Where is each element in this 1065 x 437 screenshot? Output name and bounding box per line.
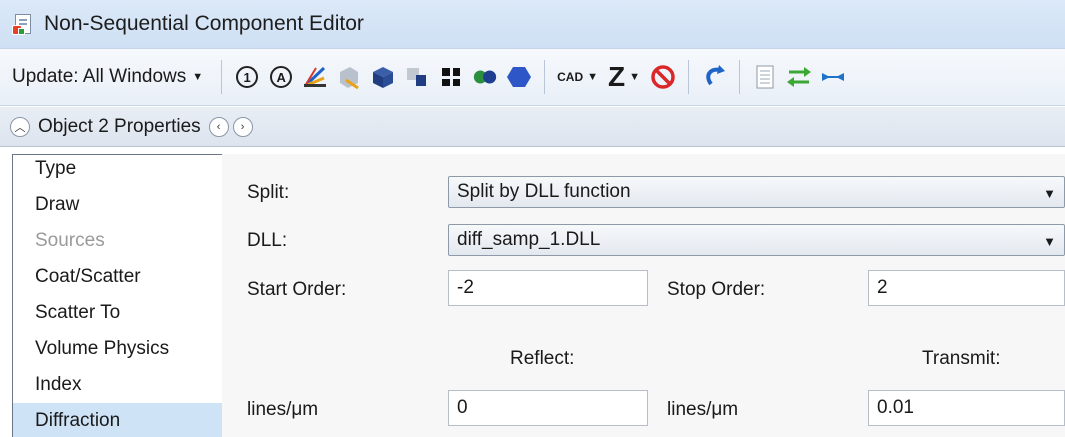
reset-1-icon[interactable]: 1 (234, 64, 260, 90)
reflect-lines-input[interactable]: 0 (448, 390, 648, 426)
cube-blue-icon[interactable] (370, 64, 396, 90)
chevron-down-icon: ▼ (1043, 234, 1056, 249)
split-label: Split: (247, 182, 290, 203)
reflect-lines-value: 0 (457, 397, 468, 418)
properties-bar: ︿ Object 2 Properties ‹ › (0, 107, 1065, 147)
previous-object-icon[interactable]: ‹ (208, 116, 229, 137)
category-diffraction[interactable]: Diffraction (13, 403, 222, 437)
category-label: Type (35, 158, 77, 179)
category-volume-physics[interactable]: Volume Physics (13, 331, 222, 367)
split-select[interactable]: Split by DLL function ▼ (448, 176, 1065, 208)
toolbar: Update: All Windows ▼ 1 A CAD ▼ Z ▼ (0, 48, 1065, 106)
category-coat-scatter[interactable]: Coat/Scatter (13, 259, 222, 295)
dll-label: DLL: (247, 230, 288, 251)
cube-gray-icon[interactable] (404, 64, 430, 90)
toolbar-separator (544, 60, 546, 94)
category-sources: Sources (13, 223, 222, 259)
start-order-input[interactable]: -2 (448, 270, 648, 306)
category-label: Index (35, 374, 82, 395)
dll-select[interactable]: diff_samp_1.DLL ▼ (448, 224, 1065, 256)
stop-order-label: Stop Order: (667, 279, 766, 300)
undo-arrow-icon[interactable] (701, 64, 727, 90)
category-label: Scatter To (35, 302, 121, 323)
update-windows-dropdown[interactable]: Update: All Windows ▼ (12, 66, 203, 88)
window-title: Non-Sequential Component Editor (44, 12, 364, 35)
merge-arrows-icon[interactable] (820, 64, 846, 90)
document-icon[interactable] (752, 64, 778, 90)
chevron-down-icon: ▼ (1043, 186, 1056, 201)
stop-order-input[interactable]: 2 (868, 270, 1065, 306)
chevron-down-icon: ▼ (192, 71, 204, 83)
category-draw[interactable]: Draw (13, 187, 222, 223)
circles-icon[interactable] (472, 64, 498, 90)
category-type[interactable]: Type (13, 151, 222, 187)
transmit-lines-label: lines/μm (667, 399, 739, 420)
title-bar: Non-Sequential Component Editor (0, 0, 1065, 48)
category-label: Sources (35, 230, 105, 251)
collapse-up-icon[interactable]: ︿ (10, 116, 30, 137)
transmit-lines-input[interactable]: 0.01 (868, 390, 1065, 426)
property-category-list: Type Draw Sources Coat/Scatter Scatter T… (12, 154, 222, 437)
object-navigation: ‹ › (208, 116, 253, 137)
cad-label: CAD (557, 70, 584, 84)
reflect-header: Reflect: (510, 348, 575, 369)
category-label: Volume Physics (35, 338, 170, 359)
reflect-lines-label: lines/μm (247, 399, 319, 420)
start-order-label: Start Order: (247, 279, 347, 300)
z-dropdown[interactable]: Z ▼ (608, 61, 640, 93)
toolbar-separator (221, 60, 223, 94)
grid-black-icon[interactable] (438, 64, 464, 90)
category-label: Coat/Scatter (35, 266, 141, 287)
transmit-header: Transmit: (922, 348, 1001, 369)
toolbar-separator (739, 60, 741, 94)
properties-title: Object 2 Properties (38, 115, 201, 137)
category-scatter-to[interactable]: Scatter To (13, 295, 222, 331)
chevron-down-icon: ▼ (629, 71, 641, 83)
transmit-lines-value: 0.01 (877, 397, 914, 418)
toolbar-separator (688, 60, 690, 94)
stop-order-value: 2 (877, 277, 888, 298)
solid-view-icon[interactable] (336, 64, 362, 90)
cad-dropdown[interactable]: CAD ▼ (557, 70, 598, 84)
category-label: Diffraction (35, 410, 121, 431)
hexagon-blue-icon[interactable] (506, 64, 532, 90)
z-label: Z (608, 61, 626, 92)
editor-app-icon (12, 13, 34, 35)
swap-arrows-icon[interactable] (786, 64, 812, 90)
reset-a-icon[interactable]: A (268, 64, 294, 90)
ray-trace-icon[interactable] (302, 64, 328, 90)
update-windows-label: Update: All Windows (12, 66, 187, 87)
diffraction-form: Split: Split by DLL function ▼ DLL: diff… (222, 154, 1065, 437)
start-order-value: -2 (457, 277, 474, 298)
category-label: Draw (35, 194, 80, 215)
chevron-down-icon: ▼ (587, 71, 599, 83)
next-object-icon[interactable]: › (232, 116, 253, 137)
category-index[interactable]: Index (13, 367, 222, 403)
dll-value: diff_samp_1.DLL (457, 229, 601, 250)
no-entry-icon[interactable] (650, 64, 676, 90)
split-value: Split by DLL function (457, 181, 631, 202)
